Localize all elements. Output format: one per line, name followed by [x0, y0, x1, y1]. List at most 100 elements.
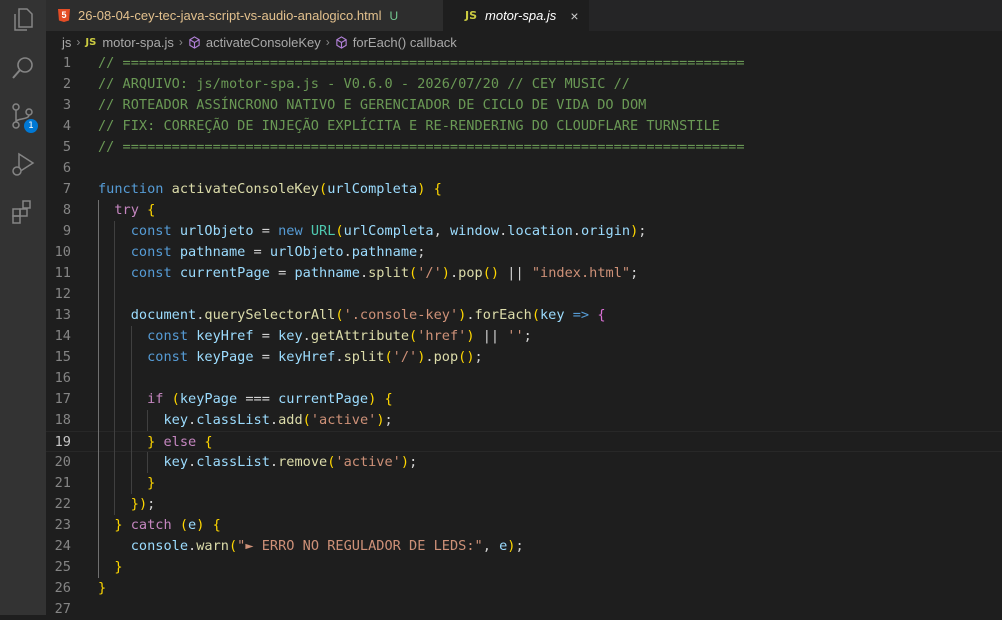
- line-number: 3: [62, 97, 71, 113]
- code-text: // ROTEADOR ASSÍNCRONO NATIVO E GERENCIA…: [98, 97, 647, 113]
- code-text: console.warn("► ERRO NO REGULADOR DE LED…: [130, 538, 524, 554]
- code-line[interactable]: 8 try {: [46, 200, 1002, 221]
- code-line[interactable]: 21 }: [46, 473, 1002, 494]
- indent-guide: [98, 200, 99, 578]
- code-line[interactable]: 1 // ====================================…: [46, 53, 1002, 74]
- line-number: 10: [54, 244, 71, 260]
- breadcrumb-file[interactable]: motor-spa.js: [102, 35, 174, 50]
- code-text: key.classList.add('active');: [163, 412, 393, 428]
- tab-html-file[interactable]: 5 26-08-04-cey-tec-java-script-vs-audio-…: [46, 0, 444, 31]
- indent-guide: [114, 221, 116, 515]
- code-text: const currentPage = pathname.split('/').…: [130, 265, 639, 281]
- close-icon[interactable]: ×: [570, 8, 578, 24]
- code-line[interactable]: 7 function activateConsoleKey(urlCompleta…: [46, 179, 1002, 200]
- code-line[interactable]: 19 } else {: [46, 431, 1002, 452]
- code-text: }: [147, 475, 156, 491]
- code-line[interactable]: 15 const keyPage = keyHref.split('/').po…: [46, 347, 1002, 368]
- code-line[interactable]: 10 const pathname = urlObjeto.pathname;: [46, 242, 1002, 263]
- code-text: // ARQUIVO: js/motor-spa.js - V0.6.0 - 2…: [98, 76, 630, 92]
- code-text: const keyPage = keyHref.split('/').pop()…: [147, 349, 483, 365]
- extensions-icon[interactable]: [8, 197, 38, 227]
- code-text: } catch (e) {: [114, 517, 221, 533]
- line-number: 24: [54, 538, 71, 554]
- code-line[interactable]: 16: [46, 368, 1002, 389]
- line-number: 13: [54, 307, 71, 323]
- code-text: const keyHref = key.getAttribute('href')…: [147, 328, 532, 344]
- line-number: 25: [54, 559, 71, 575]
- line-number: 15: [54, 349, 71, 365]
- code-text: // =====================================…: [98, 139, 745, 155]
- breadcrumb-folder[interactable]: js: [62, 35, 71, 50]
- tab-bar: 5 26-08-04-cey-tec-java-script-vs-audio-…: [46, 0, 1002, 31]
- code-text: });: [130, 496, 156, 512]
- line-number: 21: [54, 475, 71, 491]
- activity-bar: 1: [0, 0, 46, 615]
- method-cube-icon: [336, 35, 347, 49]
- breadcrumb-callback[interactable]: forEach() callback: [353, 35, 457, 50]
- search-icon[interactable]: [8, 53, 38, 83]
- breadcrumb: js › JS motor-spa.js › activateConsoleKe…: [46, 31, 1002, 53]
- code-text: const pathname = urlObjeto.pathname;: [130, 244, 426, 260]
- line-number: 2: [62, 76, 71, 92]
- code-line[interactable]: 6: [46, 158, 1002, 179]
- code-text: function activateConsoleKey(urlCompleta)…: [98, 181, 442, 197]
- code-text: const urlObjeto = new URL(urlCompleta, w…: [130, 223, 647, 239]
- code-text: if (keyPage === currentPage) {: [147, 391, 393, 407]
- code-line[interactable]: 24 console.warn("► ERRO NO REGULADOR DE …: [46, 536, 1002, 557]
- html5-icon: 5: [58, 9, 70, 22]
- line-number: 18: [54, 412, 71, 428]
- method-cube-icon: [189, 35, 200, 49]
- code-line[interactable]: 3 // ROTEADOR ASSÍNCRONO NATIVO E GERENCI…: [46, 95, 1002, 116]
- code-line[interactable]: 17 if (keyPage === currentPage) {: [46, 389, 1002, 410]
- code-text: try {: [114, 202, 156, 218]
- tab-label: motor-spa.js: [485, 8, 557, 23]
- line-number: 17: [54, 391, 71, 407]
- chevron-right-icon: ›: [76, 35, 81, 49]
- line-number: 27: [54, 601, 71, 617]
- line-number: 26: [54, 580, 71, 596]
- line-number: 7: [62, 181, 71, 197]
- line-number: 16: [54, 370, 71, 386]
- code-editor[interactable]: 1 // ====================================…: [46, 53, 1002, 617]
- line-number: 9: [62, 223, 71, 239]
- code-text: // FIX: CORREÇÃO DE INJEÇÃO EXPLÍCITA E …: [98, 118, 720, 134]
- line-number: 5: [62, 139, 71, 155]
- code-text: }: [114, 559, 123, 575]
- indent-guide: [147, 452, 149, 473]
- line-number: 11: [54, 265, 71, 281]
- tab-motor-spa[interactable]: JS motor-spa.js ×: [443, 0, 589, 31]
- indent-guide: [130, 326, 132, 494]
- code-text: }: [98, 580, 107, 596]
- code-line[interactable]: 26}: [46, 578, 1002, 599]
- line-number: 1: [62, 55, 71, 71]
- files-icon[interactable]: [8, 5, 38, 35]
- code-line[interactable]: 5 // ====================================…: [46, 137, 1002, 158]
- code-line[interactable]: 20 key.classList.remove('active');: [46, 452, 1002, 473]
- code-line[interactable]: 27: [46, 599, 1002, 620]
- indent-guide: [147, 410, 149, 431]
- line-number: 19: [54, 434, 71, 450]
- breadcrumb-function[interactable]: activateConsoleKey: [206, 35, 321, 50]
- code-line[interactable]: 25 }: [46, 557, 1002, 578]
- code-text: // =====================================…: [98, 55, 745, 71]
- code-line[interactable]: 4 // FIX: CORREÇÃO DE INJEÇÃO EXPLÍCITA E…: [46, 116, 1002, 137]
- code-line[interactable]: 13 document.querySelectorAll('.console-k…: [46, 305, 1002, 326]
- code-line[interactable]: 9 const urlObjeto = new URL(urlCompleta,…: [46, 221, 1002, 242]
- code-line[interactable]: 12: [46, 284, 1002, 305]
- code-line[interactable]: 22 });: [46, 494, 1002, 515]
- code-line[interactable]: 18 key.classList.add('active');: [46, 410, 1002, 431]
- code-line[interactable]: 23 } catch (e) {: [46, 515, 1002, 536]
- chevron-right-icon: ›: [325, 35, 330, 49]
- line-number: 22: [54, 496, 71, 512]
- code-line[interactable]: 11 const currentPage = pathname.split('/…: [46, 263, 1002, 284]
- run-debug-icon[interactable]: [8, 149, 38, 179]
- javascript-icon: JS: [465, 9, 478, 22]
- line-number: 20: [54, 454, 71, 470]
- line-number: 4: [62, 118, 71, 134]
- line-number: 8: [62, 202, 71, 218]
- code-line[interactable]: 2 // ARQUIVO: js/motor-spa.js - V0.6.0 - …: [46, 74, 1002, 95]
- code-line[interactable]: 14 const keyHref = key.getAttribute('hre…: [46, 326, 1002, 347]
- scm-badge: 1: [24, 119, 38, 133]
- code-text: key.classList.remove('active');: [163, 454, 418, 470]
- javascript-icon: JS: [85, 36, 97, 48]
